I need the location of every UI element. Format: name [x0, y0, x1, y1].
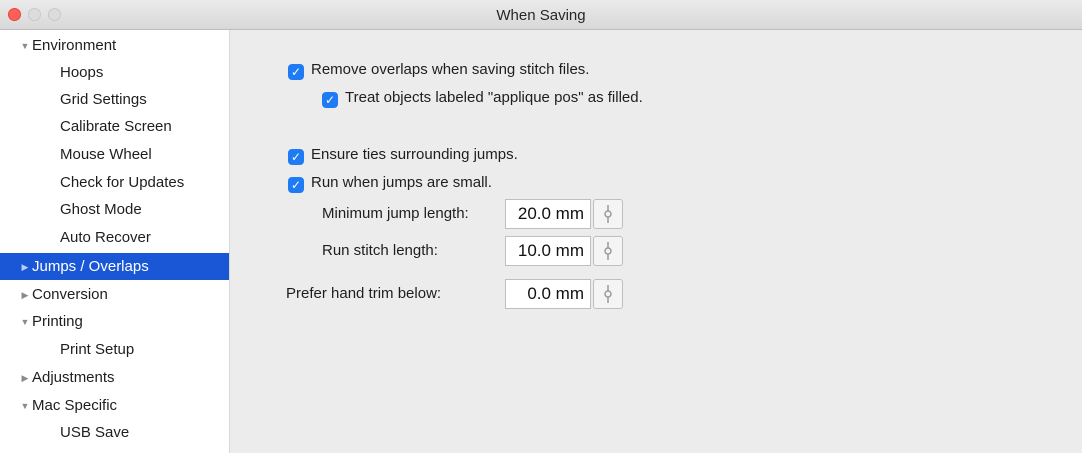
sidebar-item-label: Adjustments	[32, 369, 115, 386]
hand-trim-below-label: Prefer hand trim below:	[286, 285, 442, 302]
ensure-ties-option[interactable]: ✓ Ensure ties surrounding jumps.	[288, 145, 518, 165]
sidebar-item-environment[interactable]: ▼ Environment	[0, 32, 229, 59]
disclosure-collapsed-icon[interactable]: ▶	[18, 365, 32, 392]
run-small-jumps-option[interactable]: ✓ Run when jumps are small.	[288, 173, 492, 193]
min-jump-length-stepper[interactable]	[593, 199, 623, 229]
sidebar-item-label: Mac Specific	[32, 397, 118, 414]
sidebar-item-label: Calibrate Screen	[60, 118, 172, 135]
sidebar-item-label: Auto Recover	[60, 229, 151, 246]
sidebar-item-label: Print Setup	[60, 341, 135, 358]
sidebar-item-jumps-overlaps[interactable]: ▶ Jumps / Overlaps	[0, 253, 229, 280]
remove-overlaps-option[interactable]: ✓ Remove overlaps when saving stitch file…	[288, 60, 589, 80]
min-jump-length-field[interactable]: 20.0 mm	[505, 199, 591, 229]
title-bar: When Saving	[0, 0, 1082, 30]
sidebar-item-conversion[interactable]: ▶ Conversion	[0, 281, 229, 308]
sidebar-item-check-for-updates[interactable]: Check for Updates	[0, 169, 229, 196]
treat-applique-option[interactable]: ✓ Treat objects labeled "applique pos" as…	[322, 88, 643, 108]
sidebar-item-mouse-wheel[interactable]: Mouse Wheel	[0, 141, 229, 168]
run-stitch-length-label: Run stitch length:	[322, 242, 438, 259]
sidebar-item-mac-specific[interactable]: ▼ Mac Specific	[0, 392, 229, 419]
checkbox-checked-icon[interactable]: ✓	[288, 64, 304, 80]
sidebar-item-usb-save[interactable]: USB Save	[0, 419, 229, 446]
sidebar-item-label: Conversion	[32, 286, 108, 303]
sidebar-item-hoops[interactable]: Hoops	[0, 59, 229, 86]
sidebar-item-label: Hoops	[60, 64, 104, 81]
run-stitch-length-field[interactable]: 10.0 mm	[505, 236, 591, 266]
sidebar-item-adjustments[interactable]: ▶ Adjustments	[0, 364, 229, 391]
sidebar-item-label: Jumps / Overlaps	[32, 258, 149, 275]
disclosure-expanded-icon[interactable]: ▼	[18, 393, 32, 420]
stepper-icon	[604, 285, 612, 303]
sidebar-item-label: Mouse Wheel	[60, 146, 152, 163]
min-jump-length-label: Minimum jump length:	[322, 205, 469, 222]
ensure-ties-label: Ensure ties surrounding jumps.	[311, 146, 518, 163]
treat-applique-label: Treat objects labeled "applique pos" as …	[345, 89, 643, 106]
sidebar-item-label: Environment	[32, 37, 117, 54]
sidebar-item-label: Grid Settings	[60, 91, 147, 108]
sidebar-item-calibrate-screen[interactable]: Calibrate Screen	[0, 113, 229, 140]
stepper-icon	[604, 205, 612, 223]
run-stitch-length-stepper[interactable]	[593, 236, 623, 266]
preferences-sidebar: ▼ Environment Hoops Grid Settings Calibra…	[0, 30, 230, 453]
run-small-jumps-label: Run when jumps are small.	[311, 174, 492, 191]
hand-trim-below-stepper[interactable]	[593, 279, 623, 309]
sidebar-item-print-setup[interactable]: Print Setup	[0, 336, 229, 363]
checkbox-checked-icon[interactable]: ✓	[322, 92, 338, 108]
checkbox-checked-icon[interactable]: ✓	[288, 177, 304, 193]
sidebar-item-auto-recover[interactable]: Auto Recover	[0, 224, 229, 251]
stepper-icon	[604, 242, 612, 260]
window-title: When Saving	[496, 7, 586, 24]
sidebar-item-label: Ghost Mode	[60, 201, 142, 218]
sidebar-item-ghost-mode[interactable]: Ghost Mode	[0, 196, 229, 223]
settings-panel: ✓ Remove overlaps when saving stitch file…	[230, 30, 1082, 453]
sidebar-item-grid-settings[interactable]: Grid Settings	[0, 86, 229, 113]
disclosure-expanded-icon[interactable]: ▼	[18, 33, 32, 60]
disclosure-collapsed-icon[interactable]: ▶	[18, 282, 32, 309]
hand-trim-below-field[interactable]: 0.0 mm	[505, 279, 591, 309]
disclosure-collapsed-icon[interactable]: ▶	[18, 254, 32, 281]
preferences-window: When Saving ▼ Environment Hoops Grid Sett…	[0, 0, 1082, 453]
checkbox-checked-icon[interactable]: ✓	[288, 149, 304, 165]
sidebar-item-label: USB Save	[60, 424, 130, 441]
sidebar-item-label: Check for Updates	[60, 174, 185, 191]
remove-overlaps-label: Remove overlaps when saving stitch files…	[311, 61, 590, 78]
sidebar-item-printing[interactable]: ▼ Printing	[0, 308, 229, 335]
disclosure-expanded-icon[interactable]: ▼	[18, 309, 32, 336]
sidebar-item-label: Printing	[32, 313, 83, 330]
